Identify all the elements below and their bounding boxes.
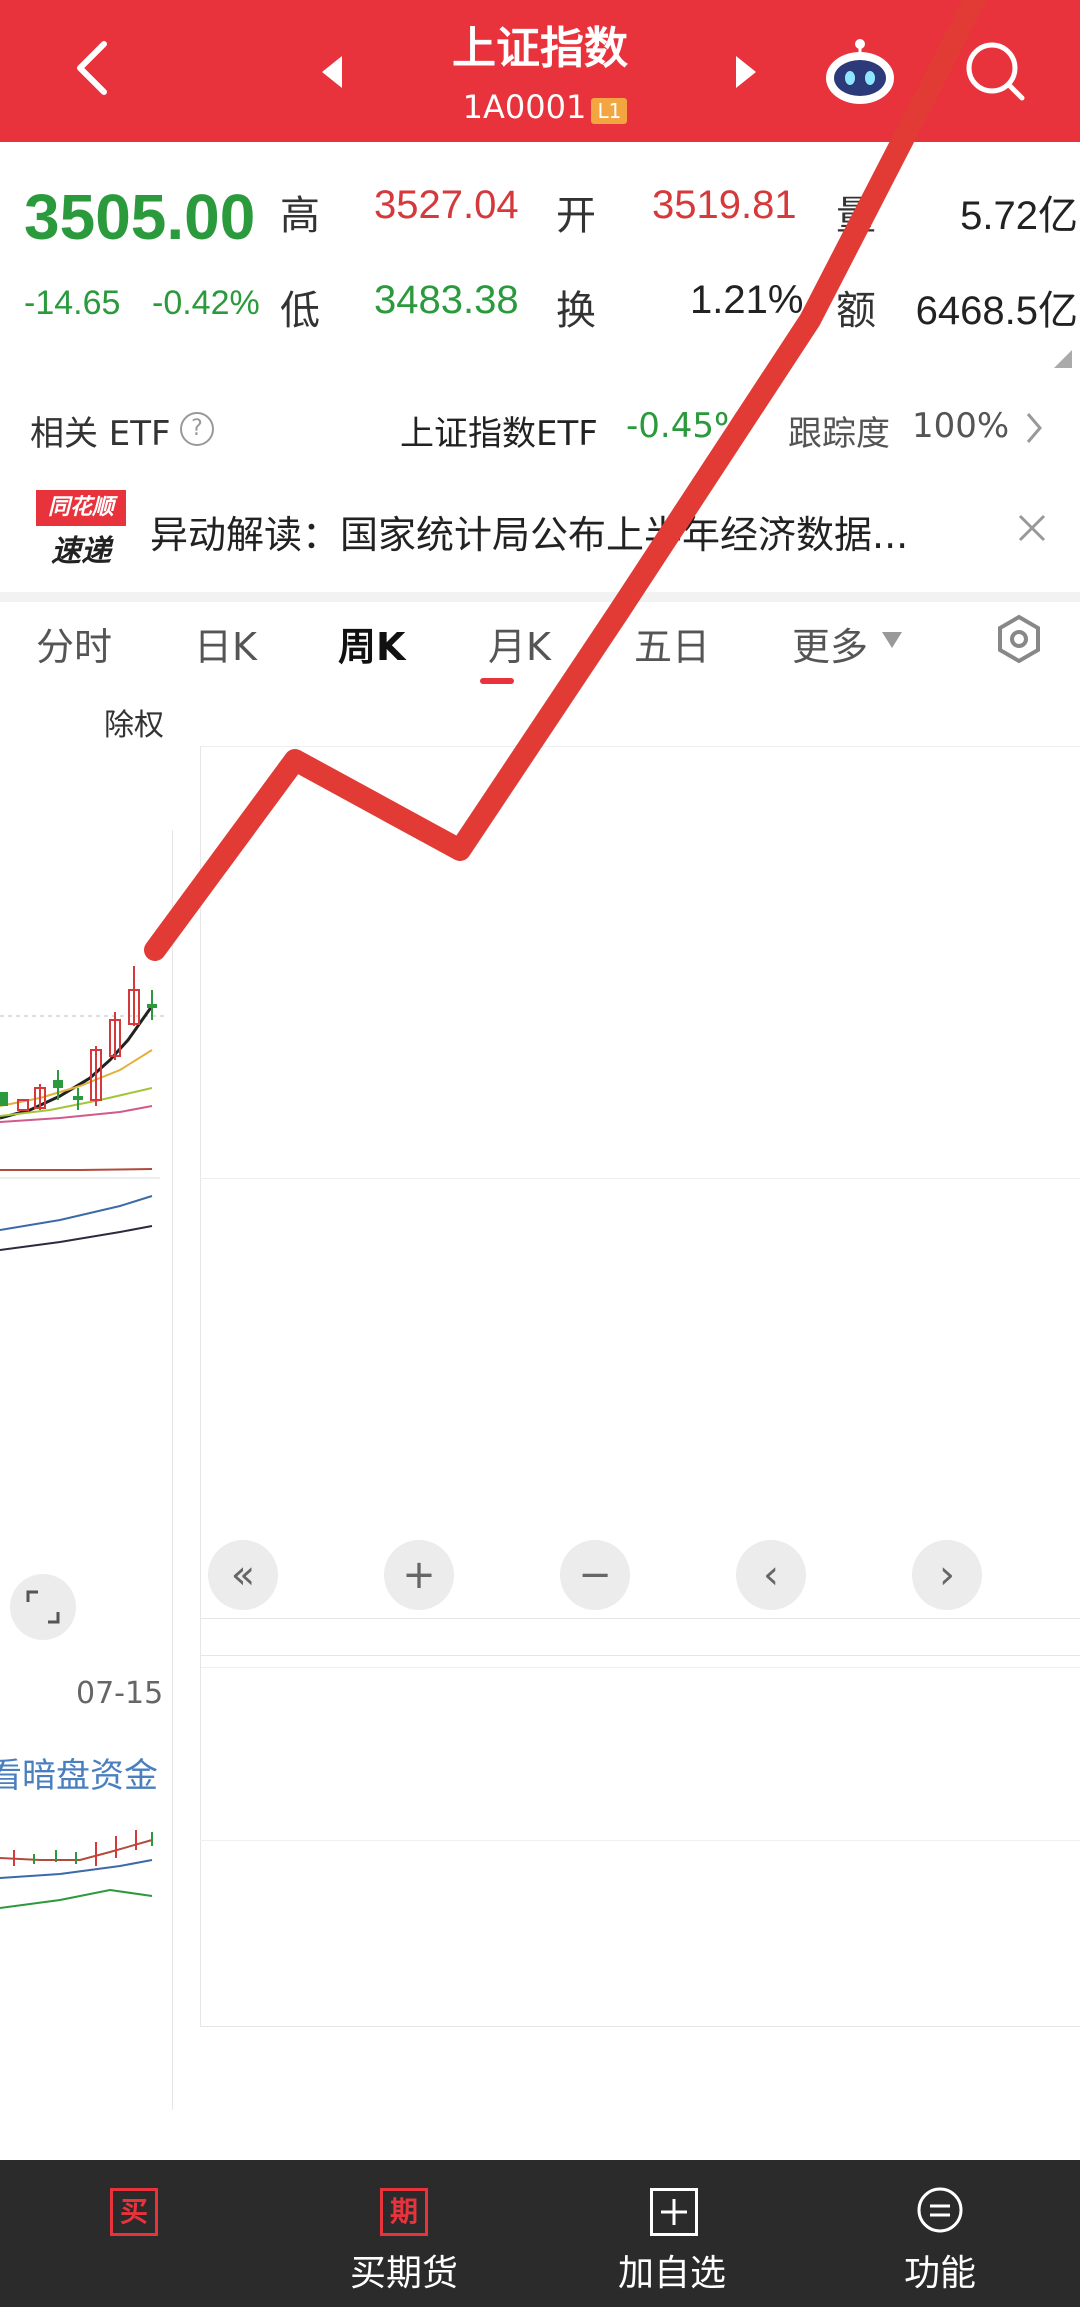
dropdown-icon — [880, 630, 904, 650]
amount-value: 6468.5亿 — [915, 289, 1078, 333]
page-title: 上证指数 — [452, 23, 628, 74]
news-logo-bottom: 速递 — [51, 534, 111, 569]
volume-value: 5.72亿 — [960, 194, 1078, 238]
open-value: 3519.81 — [652, 183, 797, 227]
scroll-left-button[interactable]: ‹ — [736, 1540, 806, 1610]
price-change-pct: -0.42% — [152, 284, 260, 322]
track-label: 跟踪度 — [788, 414, 890, 454]
add-watchlist-button[interactable]: 加自选 — [600, 2160, 750, 2307]
open-label: 开 — [556, 193, 596, 239]
active-tab-indicator — [480, 678, 514, 684]
scroll-right-button[interactable]: › — [912, 1540, 982, 1610]
turnover-label: 换 — [556, 288, 596, 334]
track-value: 100% — [912, 406, 1010, 446]
add-watchlist-label: 加自选 — [618, 2253, 727, 2294]
etf-row[interactable]: 相关 ETF ? 上证指数ETF -0.45% 跟踪度 100% — [0, 398, 1080, 462]
tab-day-k[interactable]: 日K — [194, 616, 257, 671]
current-price: 3505.00 — [24, 181, 256, 253]
fund-link[interactable]: 看暗盘资金 — [0, 1748, 158, 1797]
futures-icon: 期 — [380, 2188, 428, 2236]
etf-label: 相关 ETF — [30, 414, 171, 454]
indicator-chart — [0, 1830, 153, 1909]
price-change: -14.65 — [24, 284, 121, 322]
chevron-right-icon — [1022, 408, 1046, 448]
tab-month-k[interactable]: 月K — [488, 616, 551, 671]
indicator-panel — [200, 1655, 1080, 2027]
news-text: 异动解读：国家统计局公布上半年经济数据... — [150, 513, 909, 557]
volume-label: 量 — [836, 193, 876, 239]
grid-line — [200, 1840, 1080, 1841]
date-label: 07-15 — [76, 1676, 164, 1711]
adjust-label[interactable]: 除权 — [104, 700, 164, 744]
buy-button[interactable]: 买 — [60, 2160, 210, 2307]
high-label: 高 — [280, 193, 320, 239]
main-chart-panel — [200, 746, 1080, 1668]
level-badge: L1 — [591, 98, 628, 124]
news-logo: 同花顺 速递 — [36, 490, 126, 570]
news-logo-top: 同花顺 — [36, 490, 126, 526]
function-button[interactable]: 功能 — [880, 2160, 1030, 2307]
tab-more[interactable]: 更多 — [792, 616, 868, 671]
news-row[interactable]: 同花顺 速递 异动解读：国家统计局公布上半年经济数据... — [0, 486, 1080, 576]
settings-icon[interactable] — [994, 614, 1044, 664]
grid-line — [200, 1178, 1080, 1179]
low-value: 3483.38 — [374, 278, 519, 322]
chart-tabs: 分时 日K 周K 月K 五日 更多 — [0, 604, 1080, 684]
high-value: 3527.04 — [374, 183, 519, 227]
tab-five-day[interactable]: 五日 — [634, 616, 710, 671]
sub-chart-panel — [200, 1618, 1080, 1619]
candlestick-chart — [0, 966, 168, 1251]
etf-change: -0.45% — [626, 406, 747, 446]
app-header: 上证指数 1A0001 L1 — [0, 0, 1080, 142]
close-icon[interactable] — [1016, 512, 1048, 544]
zoom-out-button[interactable]: − — [560, 1540, 630, 1610]
bottom-action-bar: 买 期 买期货 加自选 功能 — [0, 2160, 1080, 2307]
menu-circle-icon — [916, 2186, 964, 2234]
left-panel-border — [172, 830, 173, 2110]
robot-assistant-icon[interactable] — [822, 36, 898, 108]
buy-futures-label: 买期货 — [350, 2253, 459, 2294]
stock-code: 1A0001 — [462, 88, 587, 126]
zoom-in-button[interactable]: + — [384, 1540, 454, 1610]
buy-futures-button[interactable]: 期 买期货 — [330, 2160, 480, 2307]
prev-stock-icon[interactable] — [320, 54, 344, 90]
back-icon[interactable] — [70, 38, 114, 98]
search-icon[interactable] — [962, 38, 1028, 104]
fullscreen-button[interactable] — [10, 1574, 76, 1640]
plus-box-icon — [650, 2188, 698, 2236]
amount-label: 额 — [836, 288, 876, 334]
section-divider — [0, 592, 1080, 602]
help-icon[interactable]: ? — [180, 412, 214, 446]
kline-chart-area[interactable]: 除权 « + − ‹ › 07-15 看暗盘资金 — [0, 690, 1080, 2110]
tab-week-k[interactable]: 周K — [338, 616, 405, 671]
turnover-value: 1.21% — [690, 278, 804, 322]
function-label: 功能 — [904, 2253, 977, 2294]
tab-fenshi[interactable]: 分时 — [36, 616, 112, 671]
zoom-far-left-button[interactable]: « — [208, 1540, 278, 1610]
expand-corner-icon[interactable] — [1054, 350, 1072, 368]
low-label: 低 — [280, 288, 320, 334]
etf-name: 上证指数ETF — [400, 414, 598, 454]
buy-icon: 买 — [110, 2188, 158, 2236]
next-stock-icon[interactable] — [734, 54, 758, 90]
